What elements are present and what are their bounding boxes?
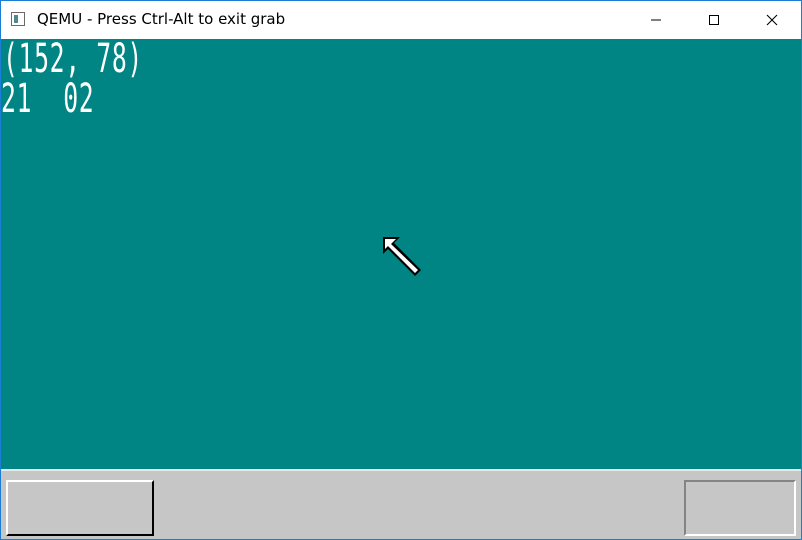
- minimize-button[interactable]: [627, 1, 685, 39]
- taskbar: [1, 469, 801, 539]
- maximize-icon: [709, 15, 719, 25]
- start-button[interactable]: [6, 480, 154, 536]
- system-tray: [684, 480, 796, 536]
- minimize-icon: [651, 19, 661, 21]
- close-button[interactable]: [743, 1, 801, 39]
- qemu-app-icon[interactable]: [11, 12, 25, 26]
- window-title: QEMU - Press Ctrl-Alt to exit grab: [37, 10, 286, 28]
- qemu-window: QEMU - Press Ctrl-Alt to exit grab (152,…: [0, 0, 802, 540]
- maximize-button[interactable]: [685, 1, 743, 39]
- guest-screen[interactable]: (152, 78) 21 02: [1, 39, 801, 469]
- key-code-text: 21 02: [1, 76, 95, 122]
- mouse-coords-text: (152, 78): [3, 36, 143, 82]
- title-bar[interactable]: QEMU - Press Ctrl-Alt to exit grab: [1, 1, 801, 39]
- arrow-cursor-icon: [383, 237, 421, 276]
- close-icon: [766, 14, 778, 26]
